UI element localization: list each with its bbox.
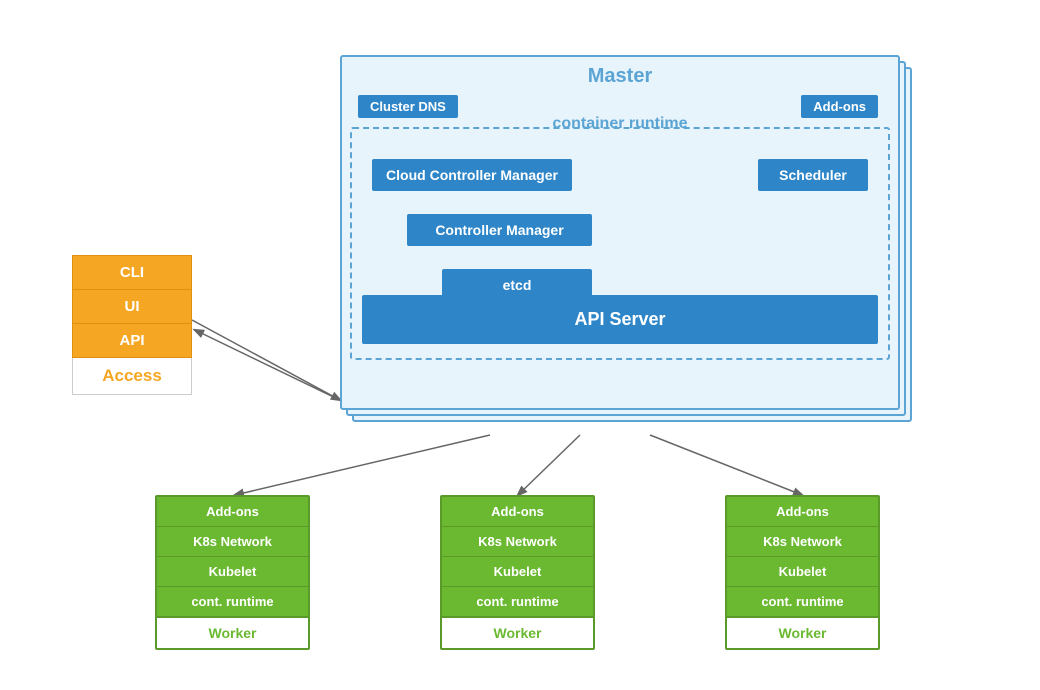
cloud-controller-box: Cloud Controller Manager <box>372 159 572 191</box>
api-box: API <box>72 324 192 358</box>
worker-node-2: Add-ons K8s Network Kubelet cont. runtim… <box>440 495 595 650</box>
diagram-container: CLI UI API Access Master Cluster DNS Add… <box>0 0 1040 690</box>
worker2-kubelet: Kubelet <box>442 557 593 587</box>
worker1-addons: Add-ons <box>157 497 308 527</box>
worker3-label: Worker <box>727 617 878 648</box>
worker3-network: K8s Network <box>727 527 878 557</box>
worker3-addons: Add-ons <box>727 497 878 527</box>
worker1-runtime: cont. runtime <box>157 587 308 617</box>
api-to-worker3-arrow <box>650 435 802 495</box>
master-outer: Master Cluster DNS Add-ons container run… <box>340 55 920 435</box>
worker3-runtime: cont. runtime <box>727 587 878 617</box>
ui-box: UI <box>72 290 192 324</box>
controller-manager-box: Controller Manager <box>407 214 592 246</box>
api-to-worker1-arrow <box>235 435 490 495</box>
scheduler-box: Scheduler <box>758 159 868 191</box>
worker2-runtime: cont. runtime <box>442 587 593 617</box>
worker2-label: Worker <box>442 617 593 648</box>
worker2-addons: Add-ons <box>442 497 593 527</box>
worker2-network: K8s Network <box>442 527 593 557</box>
worker-node-3: Add-ons K8s Network Kubelet cont. runtim… <box>725 495 880 650</box>
access-label: Access <box>72 358 192 395</box>
worker1-label: Worker <box>157 617 308 648</box>
cli-box: CLI <box>72 255 192 290</box>
access-panel: CLI UI API Access <box>72 255 192 395</box>
master-layer-1: Master Cluster DNS Add-ons container run… <box>340 55 900 410</box>
worker-node-1: Add-ons K8s Network Kubelet cont. runtim… <box>155 495 310 650</box>
worker1-kubelet: Kubelet <box>157 557 308 587</box>
master-title: Master <box>342 65 898 88</box>
api-server-box: API Server <box>362 295 878 344</box>
access-to-master-arrow <box>192 320 340 400</box>
container-runtime-box: container runtime Cloud Controller Manag… <box>350 127 890 360</box>
master-to-access-arrow <box>195 330 350 405</box>
worker1-network: K8s Network <box>157 527 308 557</box>
container-runtime-title: container runtime <box>352 115 888 133</box>
worker3-kubelet: Kubelet <box>727 557 878 587</box>
api-to-worker2-arrow <box>518 435 580 495</box>
